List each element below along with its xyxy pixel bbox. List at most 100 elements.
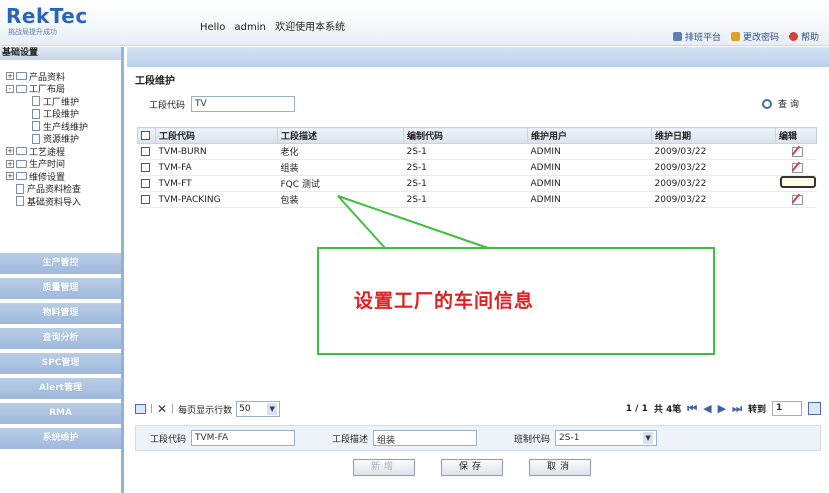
search-input[interactable]: TV (191, 96, 296, 112)
row-checkbox[interactable] (140, 146, 150, 156)
nav-button[interactable]: 质量管理 (0, 278, 121, 299)
last-page-icon[interactable]: ⏭ (732, 402, 742, 416)
edit-icon[interactable] (791, 193, 804, 205)
table-row[interactable]: TVM-PACKING 包装 2S-1 ADMIN 2009/03/22 (137, 191, 817, 208)
nav-button[interactable]: 生产管控 (0, 253, 121, 274)
logo-subtitle: 挑战局提升成功 (8, 28, 57, 36)
separator: | (171, 404, 175, 414)
table-row[interactable]: TVM-FA 组装 2S-1 ADMIN 2009/03/22 (137, 159, 817, 176)
link-schedule[interactable]: 排班平台 (672, 30, 721, 43)
greeting-user: admin (234, 22, 266, 33)
tree-item[interactable]: + 产品资料 (0, 70, 121, 83)
sidebar: 基础设置 + 产品资料 - 工厂布局 工厂维护工段维护 生产线维护 资源维护 + 工艺途程 + 生产… (0, 47, 124, 493)
cell-user: ADMIN (527, 143, 652, 160)
first-page-icon[interactable]: ⏮ (687, 402, 697, 416)
edit-icon[interactable] (791, 145, 804, 157)
select-all-checkbox[interactable] (141, 130, 150, 140)
document-icon (32, 108, 40, 119)
tree-item[interactable]: 基础资料导入 (0, 195, 121, 208)
tree-item[interactable]: + 维修设置 (0, 170, 121, 183)
delete-icon[interactable]: ✕ (157, 402, 167, 416)
search-button[interactable]: 查 询 (762, 97, 799, 110)
edit-icon[interactable] (779, 176, 816, 188)
tree-item[interactable]: + 生产时间 (0, 158, 121, 171)
expand-icon[interactable]: + (6, 159, 14, 168)
table-row[interactable]: TVM-BURN 老化 2S-1 ADMIN 2009/03/22 (137, 143, 817, 160)
expand-icon[interactable]: + (6, 172, 14, 181)
chevron-down-icon: ▼ (267, 403, 278, 415)
tree-item[interactable]: 生产线维护 (0, 120, 121, 133)
cell-org: 2S-1 (403, 143, 528, 160)
cell-desc: 包装 (277, 191, 404, 208)
export-icon[interactable] (135, 404, 146, 414)
nav-button[interactable]: Alert管理 (0, 378, 121, 399)
col-org[interactable]: 编制代码 (403, 127, 528, 144)
row-select-cell (137, 191, 156, 208)
logo: RekTec (6, 4, 88, 28)
col-date[interactable]: 维护日期 (651, 127, 776, 144)
next-page-icon[interactable]: ▶ (718, 402, 726, 415)
edit-form: 工段代码 TVM-FA 工段描述 组装 班制代码 2S-1 ▼ (135, 425, 821, 451)
header: RekTec 挑战局提升成功 Hello admin 欢迎使用本系统 排班平台 … (0, 0, 829, 46)
nav-button[interactable]: 系统维护 (0, 428, 121, 449)
search-button-label: 查 询 (778, 100, 799, 110)
save-button[interactable]: 保存 (441, 459, 503, 476)
document-icon (32, 96, 40, 107)
tree-item[interactable]: 产品资料检查 (0, 183, 121, 196)
prev-page-icon[interactable]: ◀ (703, 402, 711, 415)
expand-icon[interactable]: + (6, 147, 14, 156)
row-checkbox[interactable] (140, 178, 150, 188)
form-code-label: 工段代码 (150, 434, 187, 445)
tree-item-label: 生产线维护 (43, 122, 89, 133)
nav-button[interactable]: 查询分析 (0, 328, 121, 349)
nav-button[interactable]: RMA (0, 403, 121, 424)
lock-icon (730, 32, 740, 41)
link-change-password-label: 更改密码 (742, 33, 779, 43)
cell-user: ADMIN (527, 191, 652, 208)
edit-icon[interactable] (791, 161, 804, 173)
nav-button[interactable]: 物料管理 (0, 303, 121, 324)
goto-button[interactable] (808, 402, 821, 415)
tree-item-label: 工艺途程 (29, 147, 66, 158)
col-user[interactable]: 维护用户 (527, 127, 652, 144)
row-checkbox[interactable] (140, 194, 150, 204)
top-strip (127, 47, 829, 67)
tree-item-label: 工段维护 (43, 110, 80, 121)
tree-item[interactable]: + 工艺途程 (0, 145, 121, 158)
cancel-button[interactable]: 取消 (529, 459, 591, 476)
page-title: 工段维护 (135, 76, 175, 87)
link-change-password[interactable]: 更改密码 (730, 30, 779, 43)
form-org-select[interactable]: 2S-1 ▼ (555, 430, 658, 446)
form-org-field: 班制代码 2S-1 ▼ (514, 430, 658, 446)
tree-item[interactable]: 资源维护 (0, 133, 121, 145)
folder-icon (16, 147, 27, 156)
sidebar-title: 基础设置 (0, 47, 121, 60)
tree-item[interactable]: 工厂维护 (0, 95, 121, 108)
tree-item-label: 产品资料检查 (27, 185, 82, 196)
collapse-icon[interactable]: - (6, 84, 14, 93)
per-page-value: 50 (239, 404, 251, 414)
goto-input[interactable]: 1 (772, 401, 802, 416)
col-desc[interactable]: 工段描述 (277, 127, 404, 144)
form-desc-input[interactable]: 组装 (373, 430, 478, 446)
row-checkbox[interactable] (140, 162, 150, 172)
pager: | ✕ | 每页显示行数 50 ▼ 1 / 1 共 4笔 ⏮ ◀ ▶ ⏭ 转到 … (135, 399, 821, 419)
cell-user: ADMIN (527, 159, 652, 176)
tree-item-label: 生产时间 (29, 160, 66, 171)
tree-item[interactable]: - 工厂布局 (0, 83, 121, 95)
cell-edit (775, 175, 817, 192)
per-page-select[interactable]: 50 ▼ (236, 401, 281, 417)
tree-item[interactable]: 工段维护 (0, 108, 121, 121)
table-row[interactable]: TVM-FT FQC 测试 2S-1 ADMIN 2009/03/22 (137, 175, 817, 192)
nav-button[interactable]: SPC管理 (0, 353, 121, 374)
col-code[interactable]: 工段代码 (155, 127, 278, 144)
document-icon (32, 133, 40, 144)
new-button[interactable]: 新增 (353, 459, 415, 476)
link-schedule-label: 排班平台 (684, 33, 721, 43)
data-grid: 工段代码 工段描述 编制代码 维护用户 维护日期 编辑 TVM-BURN 老化 2S… (137, 127, 817, 208)
folder-icon (16, 159, 27, 168)
link-help[interactable]: 帮助 (788, 30, 819, 43)
cell-edit (775, 143, 817, 160)
expand-icon[interactable]: + (6, 72, 14, 81)
form-code-input[interactable]: TVM-FA (191, 430, 296, 446)
